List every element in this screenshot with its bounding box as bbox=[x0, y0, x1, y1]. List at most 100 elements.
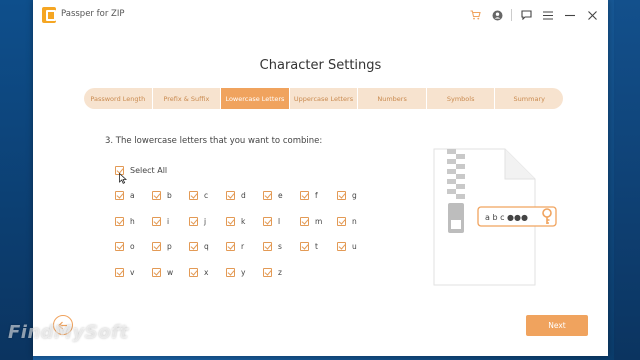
letter-option-x[interactable]: x bbox=[189, 267, 226, 294]
letter-option-b[interactable]: b bbox=[152, 191, 189, 217]
step-summary[interactable]: Summary bbox=[495, 88, 563, 109]
letter-option-o[interactable]: o bbox=[115, 242, 152, 268]
title-bar: Passper for ZIP bbox=[33, 0, 608, 30]
letter-checkbox[interactable] bbox=[226, 191, 235, 200]
letter-option-a[interactable]: a bbox=[115, 191, 152, 217]
letter-label: j bbox=[204, 216, 207, 226]
letter-checkbox[interactable] bbox=[115, 242, 124, 251]
letter-checkbox[interactable] bbox=[115, 216, 124, 226]
cart-icon[interactable] bbox=[467, 8, 483, 22]
letter-option-l[interactable]: l bbox=[263, 216, 300, 243]
letter-checkbox[interactable] bbox=[263, 216, 272, 226]
letter-checkbox[interactable] bbox=[152, 216, 161, 226]
step-numbers[interactable]: Numbers bbox=[358, 88, 427, 109]
letter-checkbox[interactable] bbox=[115, 267, 124, 277]
letter-option-p[interactable]: p bbox=[152, 242, 189, 268]
letter-checkbox[interactable] bbox=[263, 242, 272, 251]
letter-checkbox[interactable] bbox=[152, 242, 161, 251]
letter-checkbox[interactable] bbox=[300, 216, 309, 226]
step-lowercase-letters[interactable]: Lowercase Letters bbox=[221, 88, 290, 109]
app-window: Passper for ZIP Character Settings Passw… bbox=[33, 0, 608, 356]
step-password-length[interactable]: Password Length bbox=[84, 88, 153, 109]
step-uppercase-letters[interactable]: Uppercase Letters bbox=[290, 88, 359, 109]
letter-label: r bbox=[241, 242, 245, 251]
letter-checkbox[interactable] bbox=[226, 216, 235, 226]
letter-option-g[interactable]: g bbox=[337, 191, 374, 217]
letter-checkbox[interactable] bbox=[300, 191, 309, 200]
minimize-icon[interactable] bbox=[562, 8, 578, 22]
mouse-cursor-icon bbox=[119, 173, 127, 184]
letter-option-u[interactable]: u bbox=[337, 242, 374, 268]
letter-checkbox[interactable] bbox=[300, 242, 309, 251]
letter-checkbox[interactable] bbox=[152, 191, 161, 200]
letter-label: g bbox=[352, 191, 357, 200]
letter-label: v bbox=[130, 267, 135, 277]
letter-label: z bbox=[278, 267, 282, 277]
zip-file-illustration: a b c ●●● bbox=[433, 148, 557, 286]
letter-checkbox[interactable] bbox=[152, 267, 161, 277]
close-icon[interactable] bbox=[584, 8, 600, 22]
desktop-background-left bbox=[0, 0, 33, 360]
letter-label: d bbox=[241, 191, 246, 200]
letter-checkbox-grid: a b c d e f g h i j k l m n o p q r s t u v w x y z bbox=[115, 191, 374, 293]
next-button[interactable]: Next bbox=[526, 315, 588, 336]
step-prefix-suffix[interactable]: Prefix & Suffix bbox=[153, 88, 222, 109]
letter-label: b bbox=[167, 191, 172, 200]
letter-checkbox[interactable] bbox=[115, 191, 124, 200]
letter-label: s bbox=[278, 242, 282, 251]
feedback-icon[interactable] bbox=[518, 8, 534, 22]
account-icon[interactable] bbox=[489, 8, 505, 22]
letter-option-m[interactable]: m bbox=[300, 216, 337, 243]
letter-option-h[interactable]: h bbox=[115, 216, 152, 243]
letter-option-n[interactable]: n bbox=[337, 216, 374, 243]
step-tabs: Password Length Prefix & Suffix Lowercas… bbox=[84, 88, 563, 109]
letter-checkbox[interactable] bbox=[337, 216, 346, 226]
letter-label: l bbox=[278, 216, 281, 226]
watermark-logo: FindMySoft bbox=[8, 322, 129, 343]
letter-label: u bbox=[352, 242, 357, 251]
letter-label: k bbox=[241, 216, 246, 226]
select-all-label: Select All bbox=[130, 166, 168, 175]
desktop-background-right bbox=[614, 0, 640, 360]
letter-option-s[interactable]: s bbox=[263, 242, 300, 268]
letter-label: p bbox=[167, 242, 172, 251]
title-bar-controls bbox=[461, 8, 600, 22]
letter-checkbox[interactable] bbox=[189, 267, 198, 277]
letter-option-w[interactable]: w bbox=[152, 267, 189, 294]
letter-label: a bbox=[130, 191, 135, 200]
letter-option-y[interactable]: y bbox=[226, 267, 263, 294]
letter-checkbox[interactable] bbox=[337, 191, 346, 200]
letter-option-r[interactable]: r bbox=[226, 242, 263, 268]
title-bar-divider bbox=[511, 9, 512, 21]
letter-label: y bbox=[241, 267, 246, 277]
letter-label: n bbox=[352, 216, 357, 226]
letter-label: i bbox=[167, 216, 170, 226]
letter-checkbox[interactable] bbox=[189, 191, 198, 200]
menu-icon[interactable] bbox=[540, 8, 556, 22]
letter-option-k[interactable]: k bbox=[226, 216, 263, 243]
letter-checkbox[interactable] bbox=[263, 191, 272, 200]
letter-label: f bbox=[315, 191, 318, 200]
letter-option-t[interactable]: t bbox=[300, 242, 337, 268]
letter-option-e[interactable]: e bbox=[263, 191, 300, 217]
letter-checkbox[interactable] bbox=[337, 242, 346, 251]
letter-checkbox[interactable] bbox=[263, 267, 272, 277]
letter-option-d[interactable]: d bbox=[226, 191, 263, 217]
letter-checkbox[interactable] bbox=[189, 242, 198, 251]
letter-option-c[interactable]: c bbox=[189, 191, 226, 217]
letter-checkbox[interactable] bbox=[226, 267, 235, 277]
letter-checkbox[interactable] bbox=[189, 216, 198, 226]
step-symbols[interactable]: Symbols bbox=[427, 88, 496, 109]
letter-option-f[interactable]: f bbox=[300, 191, 337, 217]
page-title: Character Settings bbox=[259, 58, 382, 73]
letter-option-v[interactable]: v bbox=[115, 267, 152, 294]
letter-option-q[interactable]: q bbox=[189, 242, 226, 268]
letter-checkbox[interactable] bbox=[226, 242, 235, 251]
letter-option-z[interactable]: z bbox=[263, 267, 300, 294]
letter-option-j[interactable]: j bbox=[189, 216, 226, 243]
letter-option-i[interactable]: i bbox=[152, 216, 189, 243]
letter-label: x bbox=[204, 267, 209, 277]
app-logo-icon bbox=[42, 7, 56, 23]
question-text: 3. The lowercase letters that you want t… bbox=[105, 136, 323, 146]
password-preview-text: a b c ●●● bbox=[485, 213, 528, 222]
